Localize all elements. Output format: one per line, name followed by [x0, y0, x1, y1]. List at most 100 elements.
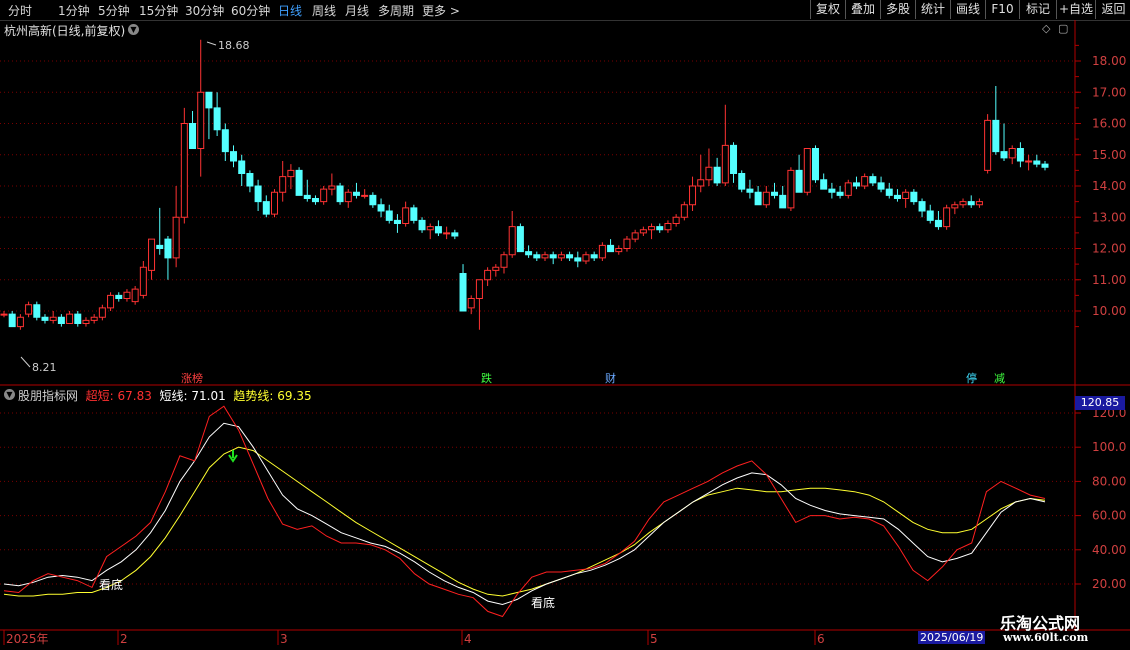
- candle-up[interactable]: [123, 291, 131, 299]
- candle-down[interactable]: [590, 254, 598, 259]
- candle-down[interactable]: [820, 179, 828, 190]
- candle-down[interactable]: [730, 144, 738, 174]
- candle-down[interactable]: [156, 244, 164, 249]
- candle-up[interactable]: [598, 244, 606, 259]
- candle-up[interactable]: [664, 223, 672, 231]
- candle-down[interactable]: [336, 185, 344, 203]
- candle-down[interactable]: [828, 188, 836, 193]
- candle-down[interactable]: [1033, 160, 1041, 165]
- candle-up[interactable]: [320, 188, 328, 203]
- candle-up[interactable]: [16, 316, 24, 328]
- candle-down[interactable]: [713, 166, 721, 184]
- candle-up[interactable]: [172, 216, 180, 259]
- candle-up[interactable]: [508, 226, 516, 256]
- candle-down[interactable]: [934, 219, 942, 228]
- candle-down[interactable]: [574, 257, 582, 262]
- candle-up[interactable]: [107, 294, 115, 309]
- candle-up[interactable]: [197, 91, 205, 149]
- candle-down[interactable]: [918, 201, 926, 212]
- candle-down[interactable]: [230, 151, 238, 162]
- candle-up[interactable]: [270, 191, 278, 215]
- candle-up[interactable]: [705, 166, 713, 181]
- candle-down[interactable]: [33, 304, 41, 318]
- candle-up[interactable]: [787, 169, 795, 209]
- candle-down[interactable]: [303, 194, 311, 199]
- candle-up[interactable]: [426, 226, 434, 231]
- candle-up[interactable]: [762, 191, 770, 206]
- candle-down[interactable]: [418, 219, 426, 231]
- candle-down[interactable]: [254, 185, 262, 203]
- candle-down[interactable]: [992, 119, 1000, 153]
- candle-down[interactable]: [451, 232, 459, 237]
- candle-down[interactable]: [525, 251, 533, 256]
- candle-down[interactable]: [516, 226, 524, 253]
- candle-down[interactable]: [352, 191, 360, 196]
- candle-up[interactable]: [902, 191, 910, 199]
- candle-down[interactable]: [910, 191, 918, 203]
- candle-up[interactable]: [443, 232, 451, 235]
- candle-down[interactable]: [738, 173, 746, 190]
- candle-down[interactable]: [295, 169, 303, 196]
- event-tag[interactable]: 跌: [481, 371, 492, 385]
- candle-up[interactable]: [615, 248, 623, 253]
- candle-down[interactable]: [607, 244, 615, 253]
- candle-up[interactable]: [844, 182, 852, 196]
- candle-down[interactable]: [1000, 151, 1008, 159]
- candle-up[interactable]: [131, 288, 139, 303]
- candle-down[interactable]: [967, 201, 975, 206]
- candle-down[interactable]: [926, 210, 934, 221]
- candle-up[interactable]: [1025, 160, 1033, 163]
- event-tag[interactable]: 涨榜: [181, 371, 203, 385]
- candle-down[interactable]: [377, 204, 385, 212]
- candle-up[interactable]: [25, 304, 33, 315]
- candle-up[interactable]: [82, 319, 90, 324]
- candle-up[interactable]: [975, 201, 983, 206]
- candle-down[interactable]: [41, 316, 49, 321]
- candle-up[interactable]: [148, 238, 156, 271]
- event-tag[interactable]: 减: [994, 372, 1005, 385]
- candle-down[interactable]: [836, 191, 844, 196]
- candle-up[interactable]: [484, 269, 492, 281]
- candle-up[interactable]: [0, 313, 8, 316]
- candle-up[interactable]: [623, 238, 631, 249]
- candle-down[interactable]: [434, 226, 442, 234]
- candle-down[interactable]: [57, 316, 65, 324]
- candle-down[interactable]: [795, 169, 803, 193]
- candle-down[interactable]: [852, 182, 860, 187]
- candle-down[interactable]: [811, 148, 819, 181]
- candle-down[interactable]: [262, 201, 270, 215]
- candle-down[interactable]: [1016, 148, 1024, 162]
- candle-up[interactable]: [648, 226, 656, 231]
- candle-down[interactable]: [779, 194, 787, 209]
- candle-up[interactable]: [279, 176, 287, 193]
- candle-up[interactable]: [475, 279, 483, 299]
- candle-up[interactable]: [541, 254, 549, 259]
- candle-down[interactable]: [385, 210, 393, 221]
- candle-down[interactable]: [205, 91, 213, 109]
- candle-down[interactable]: [164, 238, 172, 259]
- candle-up[interactable]: [402, 207, 410, 224]
- candle-up[interactable]: [861, 176, 869, 187]
- candle-down[interactable]: [877, 182, 885, 190]
- candle-down[interactable]: [74, 313, 82, 324]
- candle-up[interactable]: [1008, 148, 1016, 159]
- candle-up[interactable]: [582, 254, 590, 262]
- candle-down[interactable]: [311, 198, 319, 203]
- candle-down[interactable]: [369, 194, 377, 206]
- candle-up[interactable]: [344, 191, 352, 203]
- candle-down[interactable]: [238, 160, 246, 174]
- chevron-down-icon[interactable]: ▼: [4, 389, 15, 400]
- candle-up[interactable]: [467, 298, 475, 309]
- event-tag[interactable]: 财: [605, 371, 616, 385]
- candle-down[interactable]: [566, 254, 574, 259]
- candle-down[interactable]: [549, 254, 557, 259]
- candle-up[interactable]: [951, 204, 959, 209]
- candle-up[interactable]: [557, 254, 565, 259]
- candle-up[interactable]: [66, 313, 74, 324]
- price-chart[interactable]: 18.00 17.00 16.00 15.00 14.00 13.00 12.00 11.00…: [0, 0, 1130, 650]
- candle-up[interactable]: [959, 201, 967, 206]
- candle-up[interactable]: [328, 185, 336, 190]
- candle-up[interactable]: [680, 204, 688, 218]
- candle-up[interactable]: [697, 179, 705, 187]
- candle-up[interactable]: [672, 216, 680, 224]
